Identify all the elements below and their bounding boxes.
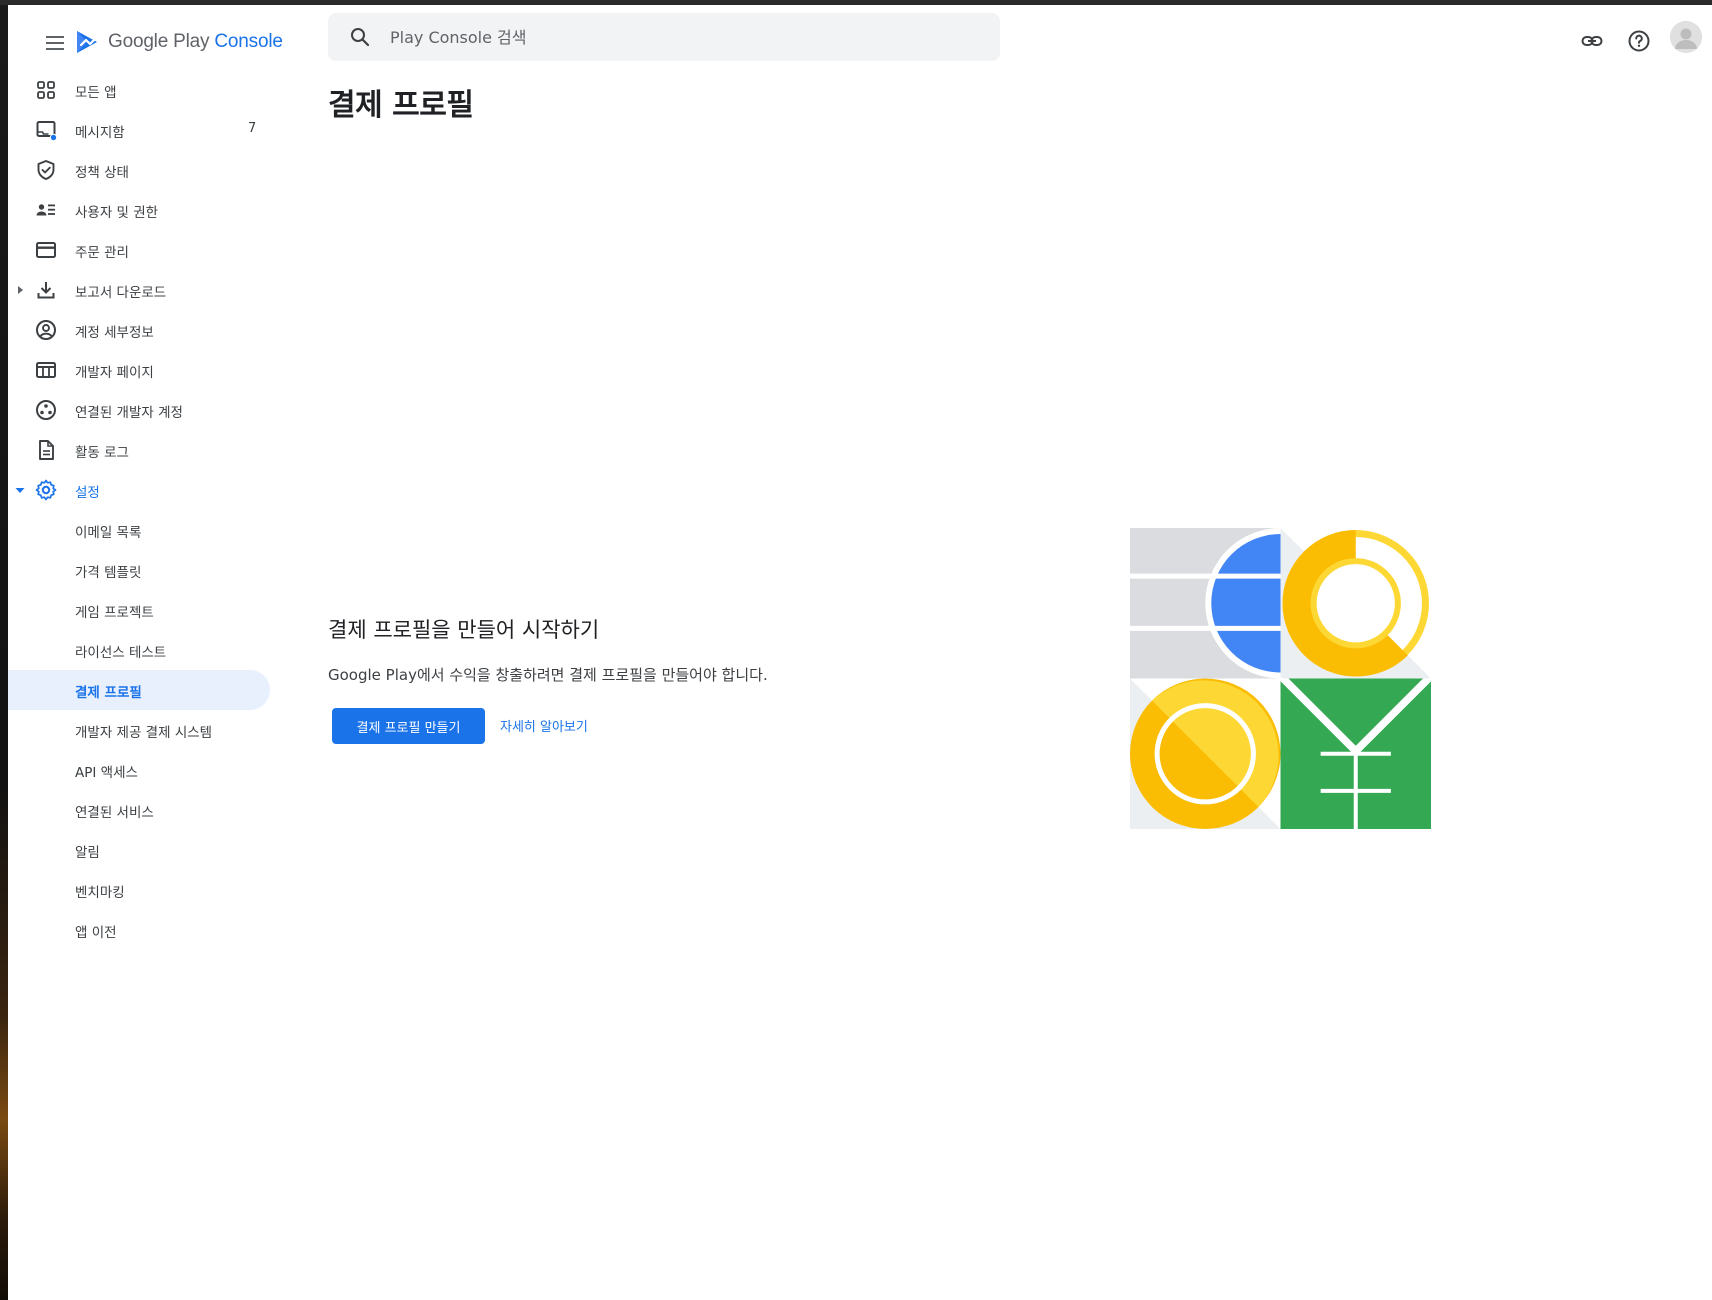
nav-item-label: 가격 템플릿 xyxy=(75,565,142,581)
nav-item-label: 활동 로그 xyxy=(75,445,129,461)
play-console-logo[interactable]: Google Play Console xyxy=(74,24,283,60)
create-payments-profile-button[interactable]: 결제 프로필 만들기 xyxy=(332,708,485,744)
account-circle-icon xyxy=(36,320,56,340)
nav-subitem-benchmarking[interactable]: 벤치마킹 xyxy=(8,870,270,910)
linked-accounts-icon xyxy=(36,400,56,420)
window-left-edge xyxy=(0,5,8,1300)
nav-item-label: 설정 xyxy=(75,485,100,501)
nav-item-label: 사용자 및 권한 xyxy=(75,205,159,221)
menu-button[interactable] xyxy=(36,23,76,63)
gear-icon xyxy=(35,479,57,501)
search-input[interactable] xyxy=(388,16,952,58)
logo-google-play: Google Play xyxy=(108,31,210,52)
nav-item-label: 앱 이전 xyxy=(75,925,117,941)
payments-illustration xyxy=(1130,528,1431,829)
nav-subitem-api-access[interactable]: API 액세스 xyxy=(8,750,270,790)
search-icon xyxy=(351,28,370,47)
play-console-logo-icon xyxy=(77,31,97,53)
nav-item-linked-developer-accounts[interactable]: 연결된 개발자 계정 xyxy=(8,390,270,430)
logo-text: Google Play Console xyxy=(108,31,283,53)
nav-item-inbox[interactable]: 메시지함 7 xyxy=(8,110,270,150)
learn-more-link[interactable]: 자세히 알아보기 xyxy=(500,716,588,735)
nav-item-download-reports[interactable]: 보고서 다운로드 xyxy=(8,270,270,310)
collapse-caret-icon[interactable] xyxy=(12,482,28,498)
nav-item-label: 계정 세부정보 xyxy=(75,325,154,341)
account-avatar[interactable] xyxy=(1670,21,1702,53)
menu-icon xyxy=(46,36,64,50)
nav-item-all-apps[interactable]: 모든 앱 xyxy=(8,70,270,110)
nav-item-label: 벤치마킹 xyxy=(75,885,125,901)
nav-subitem-linked-services[interactable]: 연결된 서비스 xyxy=(8,790,270,830)
nav-subitem-email-lists[interactable]: 이메일 목록 xyxy=(8,510,270,550)
nav-item-label: 주문 관리 xyxy=(75,245,129,261)
nav-item-label: 연결된 개발자 계정 xyxy=(75,405,183,421)
help-icon xyxy=(1628,30,1650,52)
avatar-icon xyxy=(1670,21,1702,53)
help-button[interactable] xyxy=(1619,21,1659,61)
inbox-icon xyxy=(36,121,58,142)
nav-item-label: 이메일 목록 xyxy=(75,525,142,541)
nav-item-label: 알림 xyxy=(75,845,100,861)
empty-state-description: Google Play에서 수익을 창출하려면 결제 프로필을 만들어야 합니다… xyxy=(328,666,768,684)
link-icon xyxy=(1581,36,1603,46)
grid-icon xyxy=(37,81,55,99)
nav-subitem-game-projects[interactable]: 게임 프로젝트 xyxy=(8,590,270,630)
nav-item-policy-status[interactable]: 정책 상태 xyxy=(8,150,270,190)
nav-item-label: 라이선스 테스트 xyxy=(75,645,167,661)
logo-console: Console xyxy=(214,31,283,52)
nav-item-label: 모든 앱 xyxy=(75,85,117,101)
nav-item-users-permissions[interactable]: 사용자 및 권한 xyxy=(8,190,270,230)
users-list-icon xyxy=(36,204,55,216)
nav-item-label: API 액세스 xyxy=(75,765,138,781)
page-title: 결제 프로필 xyxy=(328,88,474,123)
top-app-bar: Google Play Console xyxy=(8,5,1712,71)
nav-item-label: 보고서 다운로드 xyxy=(75,285,167,301)
nav-item-activity-log[interactable]: 활동 로그 xyxy=(8,430,270,470)
nav-item-label: 개발자 페이지 xyxy=(75,365,154,381)
search-bar[interactable] xyxy=(328,13,1000,61)
side-navigation: 모든 앱 메시지함 7 정책 상태 사용자 및 권한 주문 관리 보고서 다운로… xyxy=(8,70,278,1300)
nav-item-label: 정책 상태 xyxy=(75,165,129,181)
web-page-icon xyxy=(36,362,56,378)
inbox-count-badge: 7 xyxy=(248,121,257,136)
shield-check-icon xyxy=(37,160,55,180)
nav-item-settings[interactable]: 설정 xyxy=(8,470,270,510)
nav-subitem-app-transfer[interactable]: 앱 이전 xyxy=(8,910,270,950)
nav-item-developer-page[interactable]: 개발자 페이지 xyxy=(8,350,270,390)
nav-subitem-developer-billing[interactable]: 개발자 제공 결제 시스템 xyxy=(8,710,270,750)
download-icon xyxy=(37,282,55,299)
nav-subitem-pricing-templates[interactable]: 가격 템플릿 xyxy=(8,550,270,590)
nav-subitem-notifications[interactable]: 알림 xyxy=(8,830,270,870)
nav-item-label: 게임 프로젝트 xyxy=(75,605,154,621)
nav-item-account-details[interactable]: 계정 세부정보 xyxy=(8,310,270,350)
document-icon xyxy=(39,440,54,460)
nav-subitem-payments-profile[interactable]: 결제 프로필 xyxy=(8,670,270,710)
nav-item-label: 개발자 제공 결제 시스템 xyxy=(75,725,213,741)
nav-item-order-management[interactable]: 주문 관리 xyxy=(8,230,270,270)
expand-caret-icon[interactable] xyxy=(12,282,28,298)
empty-state-title: 결제 프로필을 만들어 시작하기 xyxy=(328,618,600,642)
nav-item-label: 메시지함 xyxy=(75,125,125,141)
copy-link-button[interactable] xyxy=(1572,21,1612,61)
credit-card-icon xyxy=(36,242,56,258)
nav-item-label: 연결된 서비스 xyxy=(75,805,154,821)
nav-subitem-license-testing[interactable]: 라이선스 테스트 xyxy=(8,630,270,670)
nav-item-label: 결제 프로필 xyxy=(75,685,142,701)
